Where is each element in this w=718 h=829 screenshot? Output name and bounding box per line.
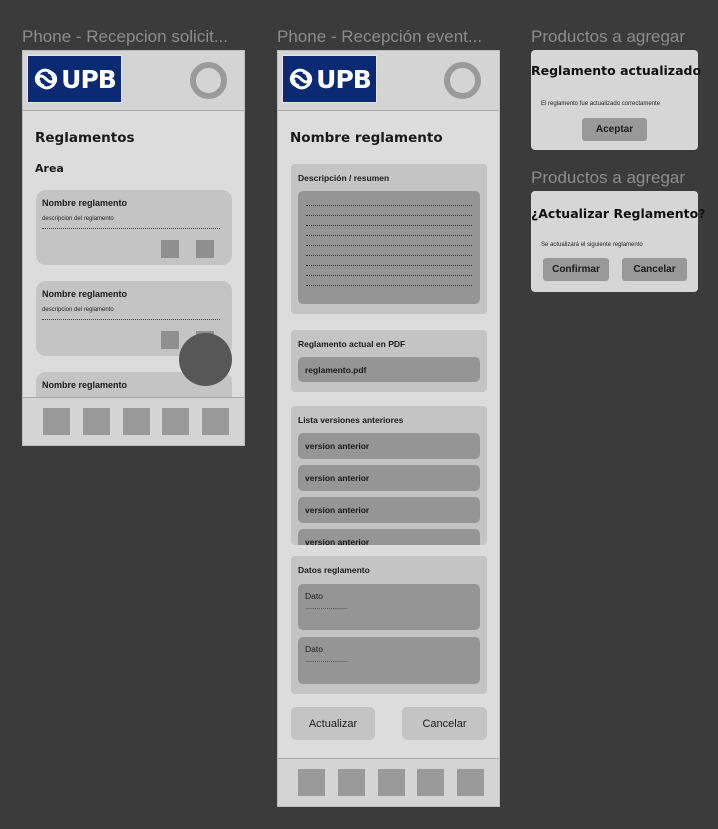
data-field-value: ...................... [305,604,348,611]
page-title: Nombre reglamento [290,130,443,146]
card-title: Nombre reglamento [42,380,128,390]
section-title: Descripción / resumen [298,173,390,183]
data-field[interactable]: Dato ...................... [298,584,480,630]
upb-logo[interactable]: UPB [282,55,377,103]
card-description: descripcion del reglamento [42,216,114,222]
frame-title-productos-1: Productos a agregar [531,27,686,46]
app-header: UPB [278,51,499,111]
version-item[interactable]: version anterior [298,529,480,545]
nav-item[interactable] [378,769,405,796]
version-item[interactable]: version anterior [298,433,480,459]
divider [42,319,220,320]
versions-section: Lista versiones anteriores version anter… [291,406,487,545]
upb-logo[interactable]: UPB [27,55,122,103]
success-dialog: Reglamento actualizado El reglamento fue… [531,50,702,150]
logo-text: UPB [316,64,372,94]
avatar[interactable] [190,62,227,99]
screen-body: Reglamentos Area Nombre reglamento descr… [23,111,244,397]
data-field-label: Dato [305,644,323,654]
nav-item[interactable] [457,769,484,796]
card-action-button[interactable] [161,240,179,258]
nav-item[interactable] [298,769,325,796]
logo-text: UPB [61,64,117,94]
card-action-button[interactable] [161,331,179,349]
frame-title-productos-2: Productos a agregar [531,168,686,187]
cancel-button[interactable]: Cancelar [622,258,687,281]
description-box[interactable] [298,191,480,304]
data-field[interactable]: Dato ...................... [298,637,480,684]
pdf-section: Reglamento actual en PDF reglamento.pdf [291,330,487,392]
dialog-title: ¿Actualizar Reglamento? [531,206,706,221]
nav-item[interactable] [417,769,444,796]
section-title: Reglamento actual en PDF [298,339,406,349]
update-button[interactable]: Actualizar [291,707,375,740]
nav-item[interactable] [338,769,365,796]
pdf-filename: reglamento.pdf [305,365,367,375]
dialog-title: Reglamento actualizado [531,63,702,78]
phone-reglamento-detail: UPB Nombre reglamento Descripción / resu… [277,50,500,807]
section-title: Datos reglamento [298,565,370,575]
section-title: Lista versiones anteriores [298,415,404,425]
data-section: Datos reglamento Dato ..................… [291,556,487,694]
card-action-button[interactable] [196,240,214,258]
frame-title-eventos: Phone - Recepción event... [277,27,483,46]
nav-item[interactable] [202,408,229,435]
confirm-dialog: ¿Actualizar Reglamento? Se actualizará e… [531,191,706,292]
area-label: Area [35,162,64,175]
accept-button[interactable]: Aceptar [582,118,647,141]
swirl-icon [290,68,313,90]
pdf-file-link[interactable]: reglamento.pdf [298,357,480,382]
nav-item[interactable] [123,408,150,435]
dialog-message: El reglamento fue actualizado correctame… [541,101,661,107]
add-floating-button[interactable] [179,333,232,386]
swirl-icon [35,68,58,90]
app-header: UPB [23,51,244,111]
card-description: descripcion del reglamento [42,307,114,313]
card-title: Nombre reglamento [42,289,128,299]
version-item[interactable]: version anterior [298,497,480,523]
dialog-message: Se actualizará el siguiente reglamento [541,242,643,248]
screen-body: Nombre reglamento Descripción / resumen … [278,111,499,758]
data-field-value: ...................... [305,657,348,664]
data-field-label: Dato [305,591,323,601]
description-section: Descripción / resumen [291,164,487,314]
avatar[interactable] [444,62,481,99]
version-item[interactable]: version anterior [298,465,480,491]
page-title: Reglamentos [35,130,135,146]
nav-item[interactable] [43,408,70,435]
phone-reglamentos-list: UPB Reglamentos Area Nombre reglamento d… [22,50,245,446]
cancel-button[interactable]: Cancelar [402,707,487,740]
bottom-nav [23,397,244,445]
nav-item[interactable] [83,408,110,435]
nav-item[interactable] [162,408,189,435]
divider [42,228,220,229]
frame-title-solicitudes: Phone - Recepcion solicit... [22,27,228,46]
reglamento-card[interactable]: Nombre reglamento descripcion del reglam… [36,190,232,265]
bottom-nav [278,758,499,806]
card-title: Nombre reglamento [42,198,128,208]
confirm-button[interactable]: Confirmar [543,258,609,281]
